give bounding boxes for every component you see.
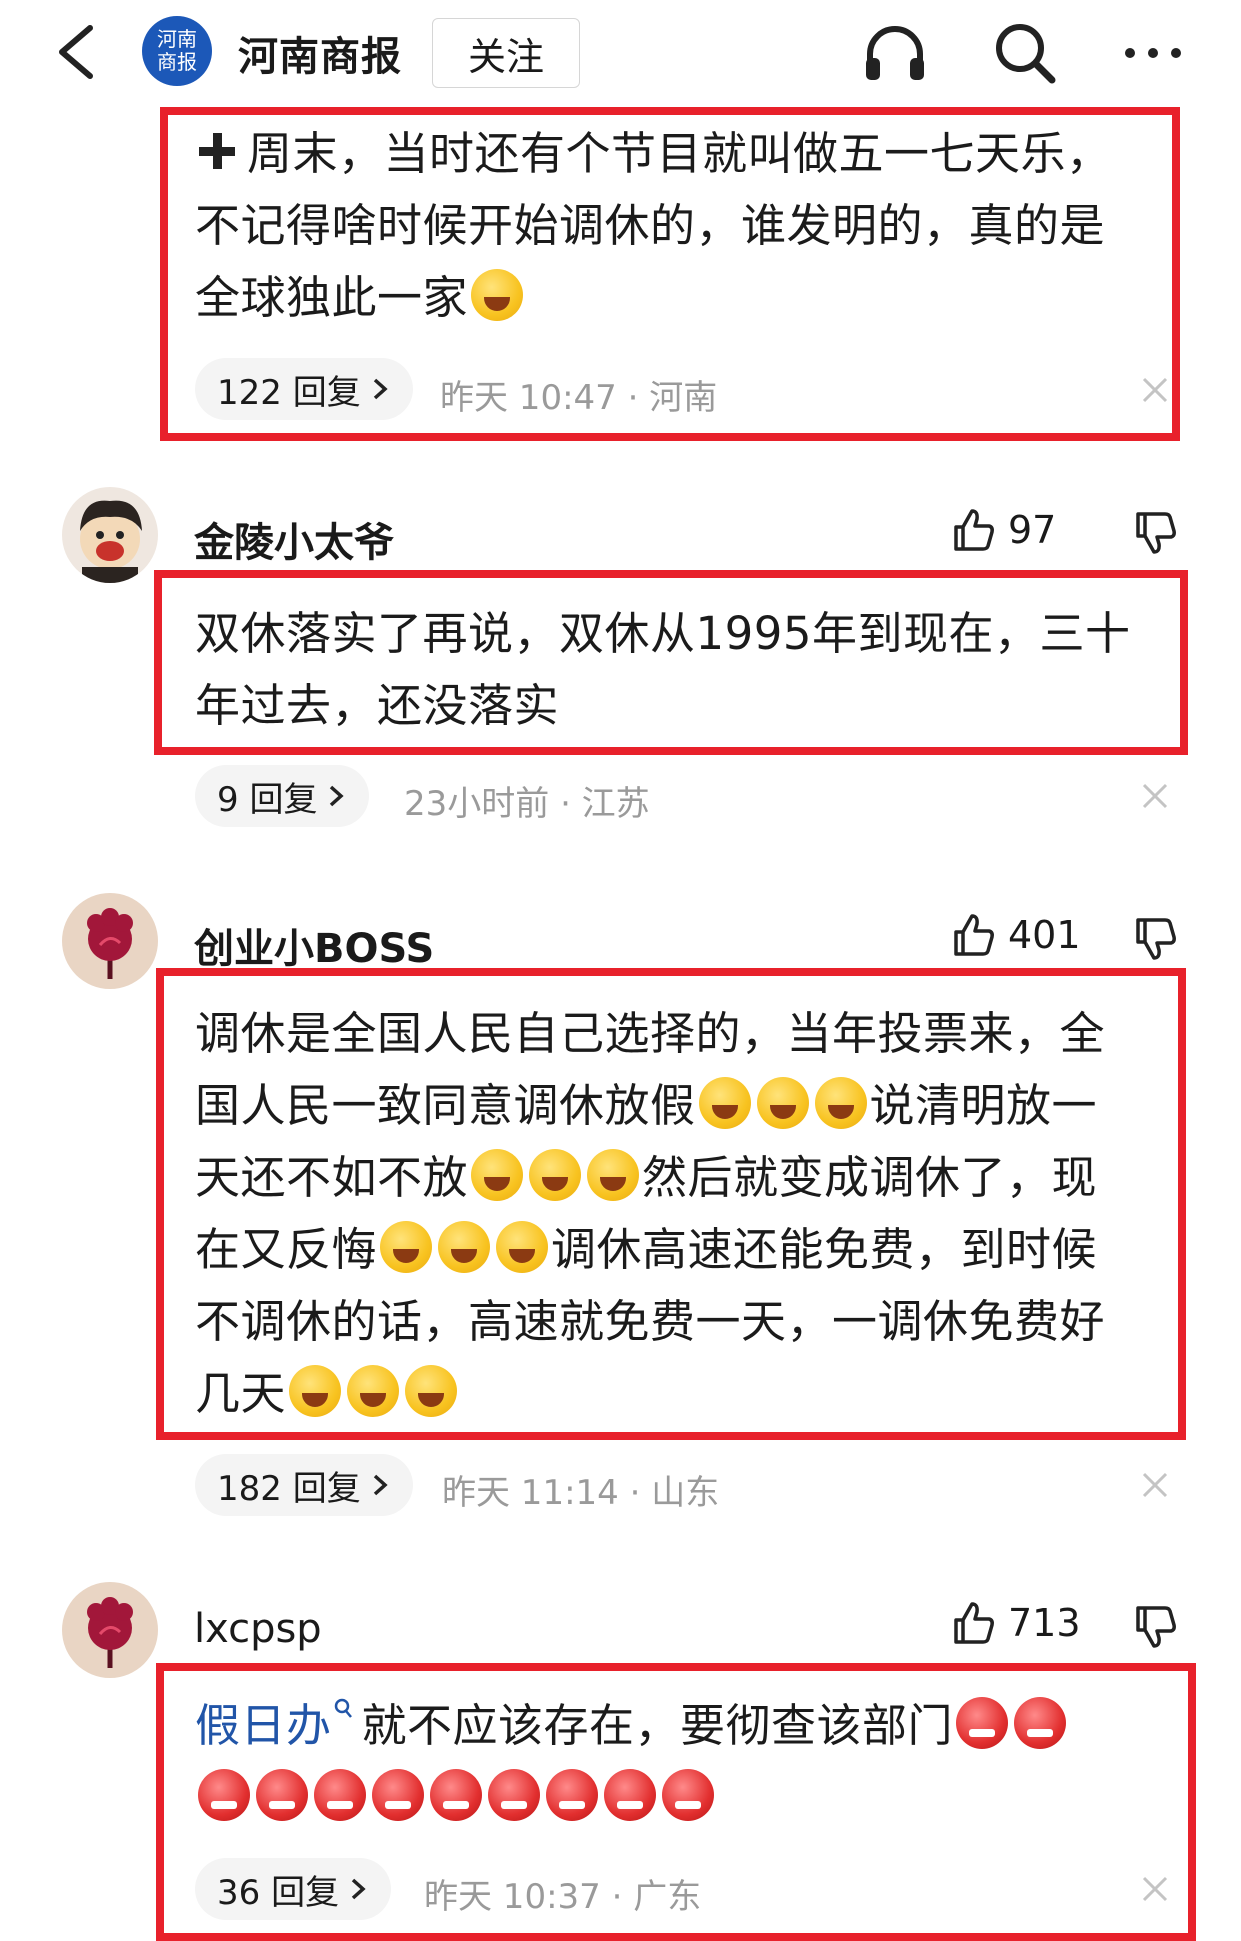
close-icon[interactable]: [1140, 1874, 1170, 1904]
laughing-crying-emoji-icon: [438, 1221, 491, 1273]
avatar-cartoon-icon: [80, 500, 142, 583]
laughing-crying-emoji-icon: [814, 1077, 867, 1129]
comment-line: 全球独此一家: [195, 271, 469, 324]
angry-emoji-icon: [430, 1769, 482, 1821]
comment-text: 双休落实了再说，双休从1995年到现在，三十 年过去，还没落实: [195, 598, 1185, 742]
comment-line: 调休是全国人民自己选择的，当年投票来，全: [195, 1007, 1106, 1060]
close-icon[interactable]: [1140, 1470, 1170, 1500]
comment-line: 不记得啥时候开始调休的，谁发明的，真的是: [195, 199, 1106, 252]
laughing-crying-emoji-icon: [756, 1077, 809, 1129]
publisher-name[interactable]: 河南商报: [238, 24, 402, 82]
like-button[interactable]: 713: [950, 1600, 1081, 1646]
like-count: 97: [1008, 508, 1057, 552]
headphones-icon[interactable]: [860, 18, 930, 88]
laughing-crying-emoji-icon: [347, 1365, 400, 1417]
avatar-flower-icon: [87, 908, 133, 979]
replies-button[interactable]: 122 回复: [195, 358, 413, 420]
angry-emoji-icon: [314, 1769, 366, 1821]
angry-emoji-icon: [546, 1769, 598, 1821]
laughing-crying-emoji-icon: [587, 1149, 640, 1201]
like-count: 713: [1008, 1601, 1081, 1645]
comment-meta: 昨天 10:37 · 广东: [424, 1877, 702, 1917]
angry-emoji-icon: [256, 1769, 308, 1821]
thumbs-up-icon: [954, 1602, 994, 1644]
username[interactable]: 创业小BOSS: [194, 916, 434, 974]
avatar[interactable]: [62, 893, 158, 989]
angry-emoji-icon: [372, 1769, 424, 1821]
avatar[interactable]: [62, 1582, 158, 1678]
angry-emoji-icon: [1014, 1697, 1067, 1749]
replies-count: 182 回复: [217, 1468, 361, 1509]
close-icon[interactable]: [1140, 375, 1170, 405]
replies-count: 9 回复: [217, 779, 318, 820]
laughing-crying-emoji-icon: [471, 1149, 524, 1201]
comment-line: 天还不如不放: [195, 1151, 469, 1204]
like-count: 401: [1008, 913, 1081, 957]
comment-meta: 23小时前 · 江苏: [404, 784, 650, 824]
replies-count: 36 回复: [217, 1872, 340, 1913]
thumbs-down-icon[interactable]: [1132, 1604, 1178, 1650]
like-button[interactable]: 97: [950, 507, 1056, 553]
comment-meta: 昨天 11:14 · 山东: [442, 1473, 720, 1513]
username[interactable]: 金陵小太爷: [194, 510, 394, 568]
thumbs-down-icon[interactable]: [1132, 510, 1178, 556]
chevron-right-icon: [373, 1474, 388, 1496]
search-small-icon: [334, 1698, 352, 1718]
topic-link[interactable]: 假日办: [195, 1699, 332, 1752]
username[interactable]: lxcpsp: [194, 1606, 322, 1652]
top-bar: 河南 商报 河南商报 关注: [0, 0, 1241, 110]
laughing-crying-emoji-icon: [529, 1149, 582, 1201]
replies-count: 122 回复: [217, 372, 361, 413]
logo-text-top: 河南: [157, 27, 197, 51]
angry-emoji-icon: [198, 1769, 250, 1821]
avatar[interactable]: [62, 487, 158, 583]
follow-button[interactable]: 关注: [432, 18, 580, 88]
laughing-crying-emoji-icon: [471, 269, 524, 321]
like-button[interactable]: 401: [950, 912, 1081, 958]
thumbs-up-icon: [954, 509, 994, 551]
chevron-right-icon: [373, 378, 388, 400]
comment-line: 就不应该存在，要彻查该部门: [361, 1699, 954, 1752]
laughing-crying-emoji-icon: [405, 1365, 458, 1417]
comment-line: 然后就变成调休了，现: [642, 1151, 1098, 1204]
laughing-crying-emoji-icon: [698, 1077, 751, 1129]
publisher-logo[interactable]: 河南 商报: [142, 16, 212, 86]
plus-icon: [199, 133, 235, 169]
avatar-flower-icon: [87, 1597, 133, 1668]
more-icon[interactable]: [1118, 18, 1188, 88]
back-arrow-icon[interactable]: [52, 22, 100, 82]
comment-text: 假日办 就不应该存在，要彻查该部门: [195, 1690, 1185, 1834]
comment-line: 在又反悔: [195, 1223, 378, 1276]
angry-emoji-icon: [488, 1769, 540, 1821]
comment-text: 调休是全国人民自己选择的，当年投票来，全 国人民一致同意调休放假 说清明放一 天还…: [195, 998, 1185, 1430]
comment-meta: 昨天 10:47 · 河南: [440, 378, 718, 418]
search-icon[interactable]: [990, 18, 1060, 88]
comment-line: 双休落实了再说，双休从1995年到现在，三十: [195, 607, 1131, 660]
comment-line: 说清明放一: [869, 1079, 1098, 1132]
comment-line: 不调休的话，高速就免费一天，一调休免费好: [195, 1295, 1106, 1348]
angry-emoji-icon: [956, 1697, 1009, 1749]
thumbs-down-icon[interactable]: [1132, 916, 1178, 962]
angry-emoji-icon: [604, 1769, 656, 1821]
comment-text: 周末，当时还有个节目就叫做五一七天乐， 不记得啥时候开始调休的，谁发明的，真的是…: [195, 118, 1175, 334]
laughing-crying-emoji-icon: [496, 1221, 549, 1273]
comment-line: 国人民一致同意调休放假: [195, 1079, 696, 1132]
replies-button[interactable]: 36 回复: [195, 1858, 392, 1920]
comment-line: 周末，当时还有个节目就叫做五一七天乐，: [247, 127, 1112, 180]
replies-button[interactable]: 182 回复: [195, 1454, 413, 1516]
replies-button[interactable]: 9 回复: [195, 765, 370, 827]
chevron-right-icon: [330, 785, 345, 807]
angry-emoji-icon: [662, 1769, 714, 1821]
comment-line: 几天: [195, 1367, 287, 1420]
comment-line: 调休高速还能免费，到时候: [551, 1223, 1098, 1276]
laughing-crying-emoji-icon: [380, 1221, 433, 1273]
laughing-crying-emoji-icon: [289, 1365, 342, 1417]
chevron-right-icon: [351, 1878, 366, 1900]
logo-text-bottom: 商报: [157, 50, 197, 74]
close-icon[interactable]: [1140, 781, 1170, 811]
thumbs-up-icon: [954, 914, 994, 956]
comment-line: 年过去，还没落实: [195, 679, 560, 732]
